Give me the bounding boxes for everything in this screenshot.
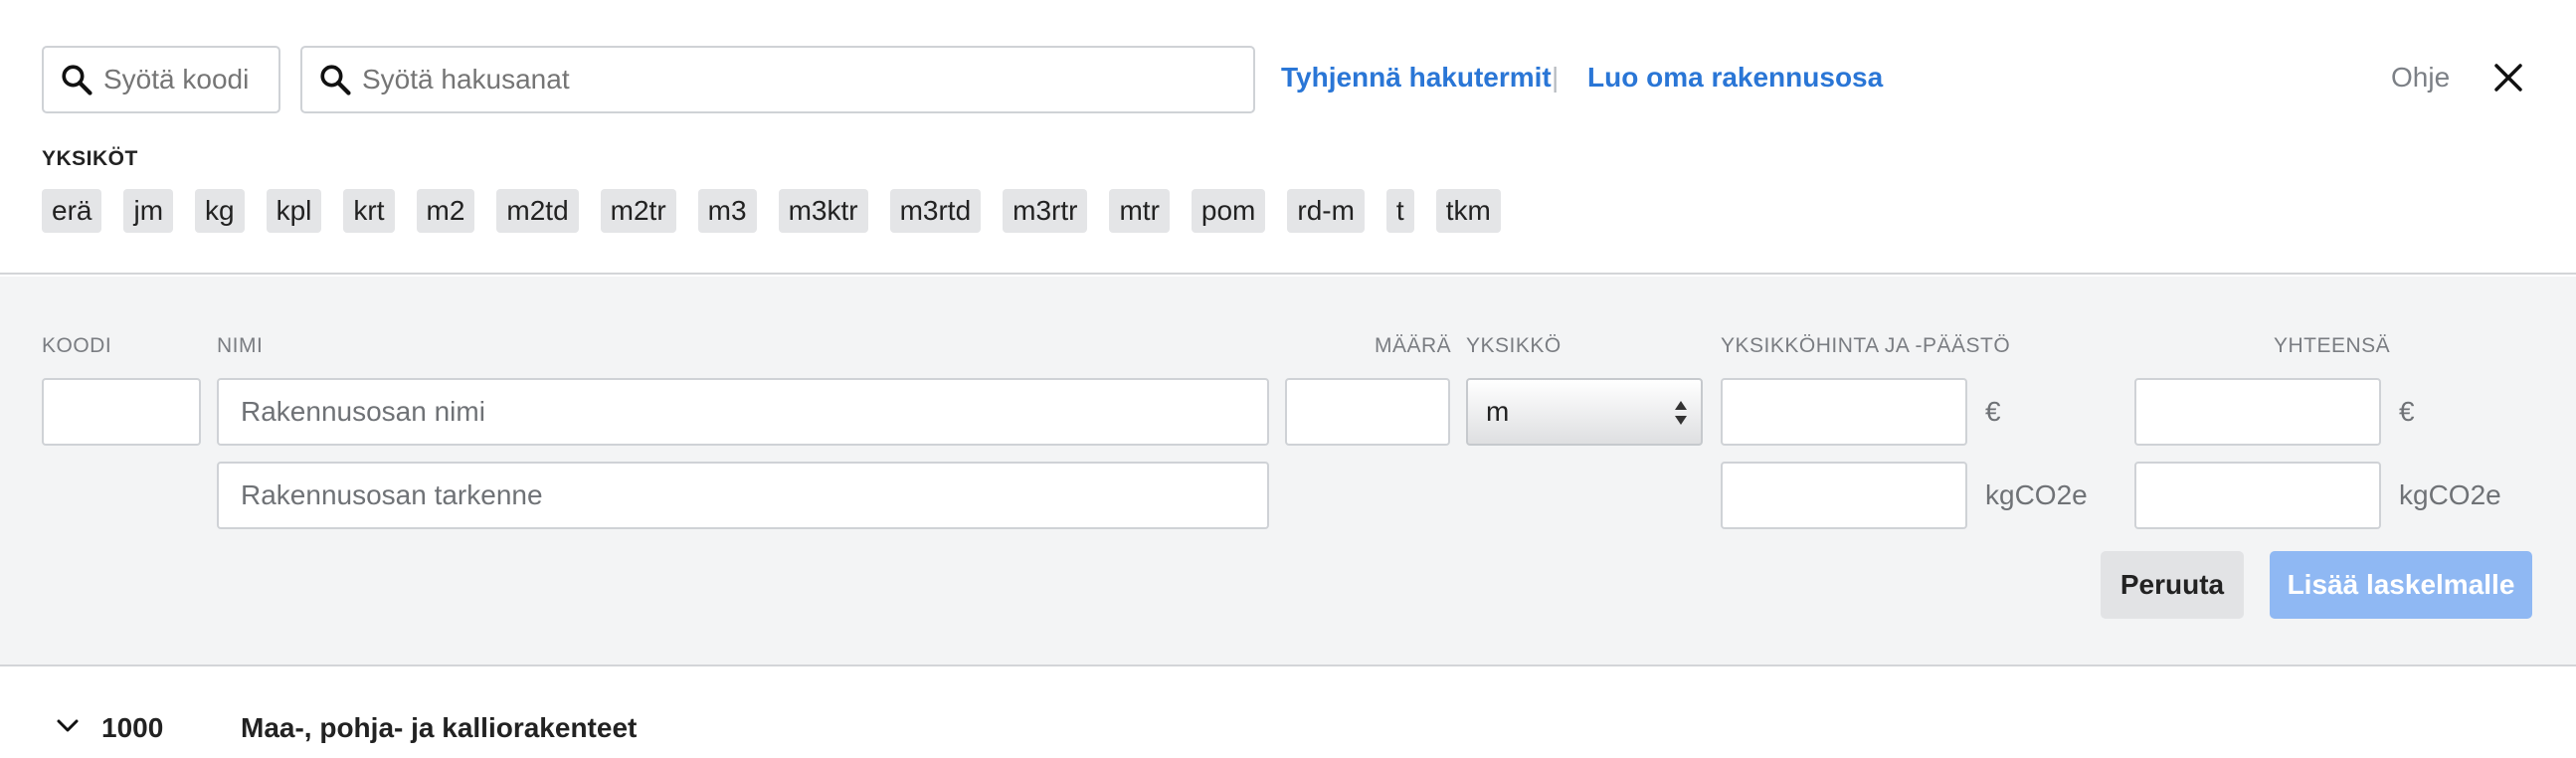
unit-chip-kg[interactable]: kg <box>195 189 245 233</box>
terms-search-input[interactable] <box>362 64 1253 95</box>
unit-chip-m3rtr[interactable]: m3rtr <box>1003 189 1088 233</box>
amount-input[interactable] <box>1285 378 1450 446</box>
unit-chip-m2td[interactable]: m2td <box>496 189 579 233</box>
link-separator: | <box>1552 62 1560 93</box>
search-header: Tyhjennä hakutermit | Luo oma rakennusos… <box>0 0 2576 275</box>
cancel-button[interactable]: Peruuta <box>2101 551 2244 619</box>
group-name: Maa-, pohja- ja kalliorakenteet <box>241 712 638 743</box>
unit-chip-tkm[interactable]: tkm <box>1435 189 1501 233</box>
code-search-box[interactable] <box>42 46 280 113</box>
unit-price-currency: € <box>1985 396 2001 427</box>
add-to-calculation-button[interactable]: Lisää laskelmalle <box>2270 551 2532 619</box>
group-row[interactable]: 1000 Maa-, pohja- ja kalliorakenteet <box>0 696 2576 758</box>
select-arrows-icon <box>1675 401 1687 425</box>
unit-chip-jm[interactable]: jm <box>123 189 174 233</box>
create-own-link[interactable]: Luo oma rakennusosa <box>1587 62 1883 94</box>
group-code: 1000 <box>101 712 164 743</box>
help-link[interactable]: Ohje <box>2391 62 2450 94</box>
units-filter-list: erä jm kg kpl krt m2 m2td m2tr m3 m3ktr … <box>42 189 1523 233</box>
unit-emission-unit: kgCO2e <box>1985 479 2088 510</box>
column-label-name: NIMI <box>217 334 264 357</box>
name-input[interactable] <box>217 378 1269 446</box>
detail-input[interactable] <box>217 462 1269 529</box>
code-search-input[interactable] <box>103 64 278 95</box>
terms-search-box[interactable] <box>300 46 1255 113</box>
unit-chip-rd-m[interactable]: rd-m <box>1287 189 1365 233</box>
chevron-down-icon[interactable] <box>56 718 80 734</box>
code-input[interactable] <box>42 378 201 446</box>
search-icon <box>320 65 351 95</box>
unit-chip-m3ktr[interactable]: m3ktr <box>778 189 868 233</box>
unit-chip-era[interactable]: erä <box>42 189 102 233</box>
units-heading: YKSIKÖT <box>42 147 138 170</box>
column-label-unit: YKSIKKÖ <box>1466 334 1562 357</box>
column-label-total: YHTEENSÄ <box>2274 334 2391 357</box>
column-label-code: KOODI <box>42 334 112 357</box>
unit-chip-m2tr[interactable]: m2tr <box>600 189 676 233</box>
unit-chip-kpl[interactable]: kpl <box>266 189 322 233</box>
unit-chip-m3[interactable]: m3 <box>697 189 757 233</box>
unit-chip-m2[interactable]: m2 <box>416 189 475 233</box>
clear-terms-link[interactable]: Tyhjennä hakutermit <box>1281 62 1552 94</box>
total-price-input[interactable] <box>2134 378 2381 446</box>
total-emission-unit: kgCO2e <box>2399 479 2501 510</box>
unit-chip-pom[interactable]: pom <box>1191 189 1266 233</box>
unit-emission-input[interactable] <box>1721 462 1967 529</box>
unit-price-input[interactable] <box>1721 378 1967 446</box>
column-label-unit-price: YKSIKKÖHINTA JA -PÄÄSTÖ <box>1721 334 2011 357</box>
total-price-currency: € <box>2399 396 2415 427</box>
unit-chip-t[interactable]: t <box>1385 189 1414 233</box>
unit-chip-krt[interactable]: krt <box>343 189 395 233</box>
close-icon[interactable] <box>2492 62 2524 94</box>
column-label-amount: MÄÄRÄ <box>1375 334 1452 357</box>
new-building-part-form: KOODI NIMI MÄÄRÄ YKSIKKÖ YKSIKKÖHINTA JA… <box>0 277 2576 666</box>
unit-chip-mtr[interactable]: mtr <box>1109 189 1170 233</box>
total-emission-input[interactable] <box>2134 462 2381 529</box>
unit-select-value: m <box>1486 396 1510 427</box>
unit-chip-m3rtd[interactable]: m3rtd <box>889 189 982 233</box>
unit-select[interactable]: m <box>1466 378 1703 446</box>
search-icon <box>62 65 92 95</box>
